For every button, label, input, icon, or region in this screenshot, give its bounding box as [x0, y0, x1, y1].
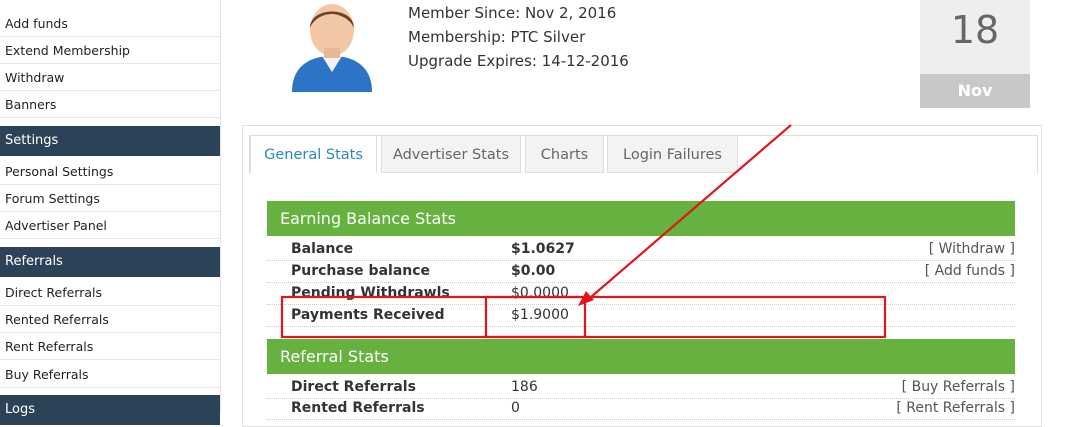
sidebar: Add funds Extend Membership Withdraw Ban… — [0, 0, 221, 425]
member-since-text: Member Since: Nov 2, 2016 — [408, 4, 617, 22]
sidebar-item-personal-settings[interactable]: Personal Settings — [0, 158, 220, 185]
table-row: Purchase balance $0.00 [ Add funds ] — [267, 260, 1015, 283]
row-value: 186 — [511, 379, 538, 395]
sidebar-item-extend-membership[interactable]: Extend Membership — [0, 37, 220, 64]
row-label: Pending Withdrawls — [291, 285, 450, 301]
sidebar-header-settings: Settings — [0, 126, 220, 156]
row-value: $0.0000 — [511, 285, 569, 301]
row-value: $0.00 — [511, 263, 556, 279]
row-value: $1.0627 — [511, 241, 575, 257]
table-row: Direct Referrals 186 [ Buy Referrals ] — [267, 376, 1015, 399]
date-box: 18 Nov — [920, 0, 1030, 108]
sidebar-item-banners[interactable]: Banners — [0, 91, 220, 118]
table-row: Rented Referrals 0 [ Rent Referrals ] — [267, 397, 1015, 420]
sidebar-item-buy-referrals[interactable]: Buy Referrals — [0, 361, 220, 388]
tab-login-failures[interactable]: Login Failures — [607, 135, 738, 173]
date-day: 18 — [920, 0, 1030, 74]
sidebar-item-withdraw[interactable]: Withdraw — [0, 64, 220, 91]
row-label: Direct Referrals — [291, 379, 416, 395]
tab-advertiser-stats[interactable]: Advertiser Stats — [381, 135, 521, 173]
earning-balance-header: Earning Balance Stats — [267, 201, 1015, 236]
sidebar-item-add-funds[interactable]: Add funds — [0, 10, 220, 37]
date-month: Nov — [920, 74, 1030, 108]
row-label: Payments Received — [291, 307, 445, 323]
sidebar-item-advertiser-panel[interactable]: Advertiser Panel — [0, 212, 220, 239]
add-funds-link[interactable]: [ Add funds ] — [925, 263, 1015, 279]
buy-referrals-link[interactable]: [ Buy Referrals ] — [902, 379, 1015, 395]
row-value: 0 — [511, 400, 520, 416]
table-row: Payments Received $1.9000 — [267, 304, 1015, 327]
sidebar-header-logs: Logs — [0, 395, 220, 425]
row-label: Balance — [291, 241, 354, 257]
sidebar-item-forum-settings[interactable]: Forum Settings — [0, 185, 220, 212]
sidebar-header-referrals: Referrals — [0, 247, 220, 277]
row-label: Rented Referrals — [291, 400, 425, 416]
table-row: Balance $1.0627 [ Withdraw ] — [267, 238, 1015, 261]
sidebar-item-rent-referrals[interactable]: Rent Referrals — [0, 333, 220, 360]
referral-stats-header: Referral Stats — [267, 339, 1015, 374]
sidebar-item-direct-referrals[interactable]: Direct Referrals — [0, 279, 220, 306]
row-value: $1.9000 — [511, 307, 569, 323]
row-label: Purchase balance — [291, 263, 431, 279]
tab-charts[interactable]: Charts — [525, 135, 604, 173]
table-row: Pending Withdrawls $0.0000 — [267, 282, 1015, 305]
avatar-icon — [292, 4, 372, 92]
withdraw-link[interactable]: [ Withdraw ] — [929, 241, 1015, 257]
rent-referrals-link[interactable]: [ Rent Referrals ] — [896, 400, 1015, 416]
tab-general-stats[interactable]: General Stats — [250, 135, 377, 173]
upgrade-expires-text: Upgrade Expires: 14-12-2016 — [408, 52, 629, 70]
sidebar-item-rented-referrals[interactable]: Rented Referrals — [0, 306, 220, 333]
membership-text: Membership: PTC Silver — [408, 28, 586, 46]
